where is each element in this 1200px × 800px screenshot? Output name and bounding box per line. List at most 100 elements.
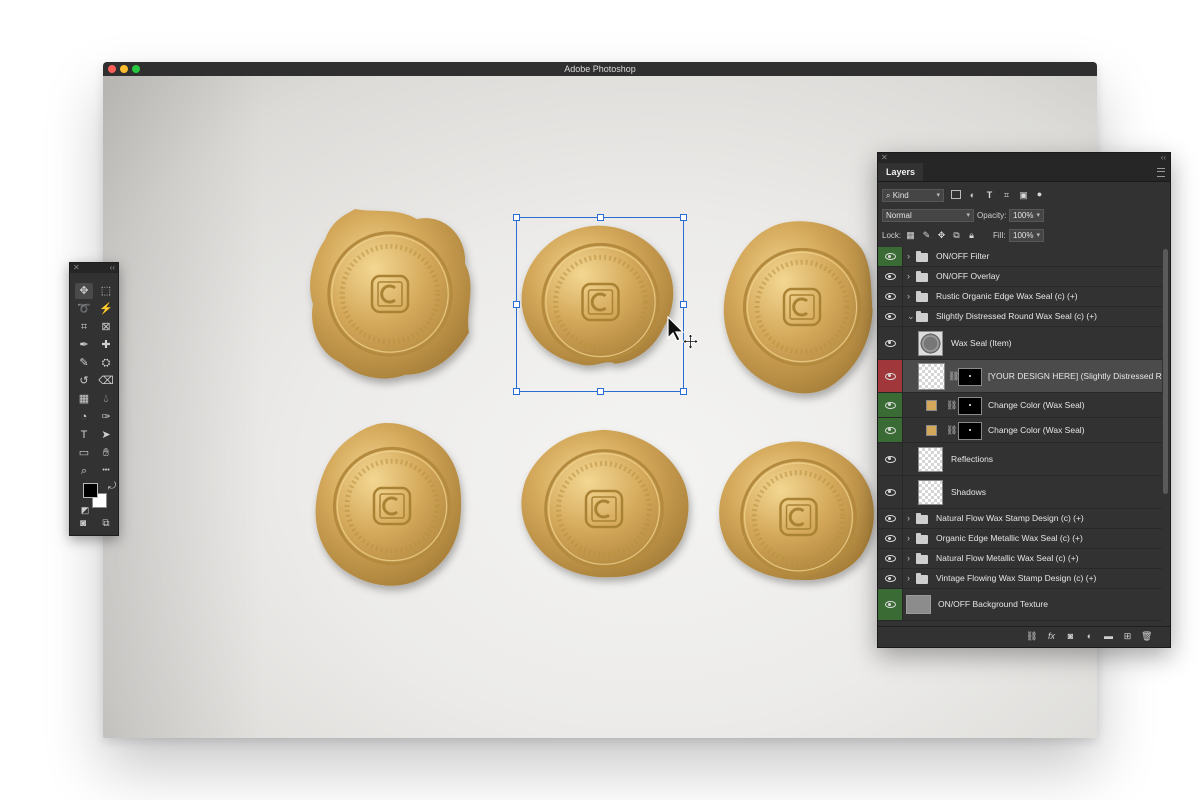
link-layers-icon[interactable]: ⛓	[1026, 631, 1037, 642]
lock-artboard-icon[interactable]: ⧉	[951, 230, 962, 241]
marquee-tool-icon[interactable]: ⬚	[97, 283, 115, 299]
shape-filter-icon[interactable]: ⌗	[1001, 190, 1012, 201]
layer-style-icon[interactable]: fx	[1046, 631, 1057, 642]
wax-seal[interactable]	[305, 205, 475, 383]
chevron-right-icon[interactable]: ›	[907, 251, 910, 261]
visibility-toggle[interactable]	[878, 418, 903, 442]
layer-mask-thumbnail[interactable]	[958, 367, 982, 386]
visibility-toggle[interactable]	[878, 393, 903, 417]
dodge-tool-icon[interactable]: ◔	[75, 409, 93, 425]
new-group-icon[interactable]: ▬	[1103, 631, 1114, 642]
lock-position-icon[interactable]: ✥	[936, 230, 947, 241]
wax-seal[interactable]	[312, 420, 472, 592]
layer-row[interactable]: Reflections	[878, 443, 1162, 476]
wax-seal[interactable]	[722, 218, 882, 396]
chevron-down-icon[interactable]: ⌄	[907, 311, 915, 322]
visibility-toggle[interactable]	[878, 549, 903, 568]
visibility-toggle[interactable]	[878, 307, 903, 326]
tab-layers[interactable]: Layers	[878, 163, 924, 181]
type-tool-icon[interactable]: T	[75, 427, 93, 443]
adjustment-filter-icon[interactable]: ◐	[967, 190, 978, 201]
transform-bounding-box[interactable]	[513, 214, 687, 395]
panel-menu-icon[interactable]	[1157, 168, 1165, 177]
wax-seal[interactable]	[716, 438, 881, 596]
maximize-window-button[interactable]	[132, 65, 140, 73]
pen-tool-icon[interactable]: ✑	[97, 409, 115, 425]
opacity-field[interactable]: 100% ▾	[1009, 209, 1044, 222]
type-filter-icon[interactable]: T	[984, 190, 995, 201]
visibility-toggle[interactable]	[878, 443, 903, 475]
layer-row[interactable]: › Natural Flow Wax Stamp Design (c) (+)	[878, 509, 1162, 529]
link-icon[interactable]: ⛓	[946, 400, 957, 411]
collapse-panel-icon[interactable]: ‹‹	[110, 263, 115, 272]
screen-mode-icon[interactable]: ⧉	[97, 516, 115, 532]
healing-brush-tool-icon[interactable]: ✚	[97, 337, 115, 353]
close-panel-icon[interactable]: ✕	[881, 153, 888, 162]
transform-handle-bottom[interactable]	[597, 388, 604, 395]
visibility-toggle[interactable]	[878, 247, 903, 266]
chevron-right-icon[interactable]: ›	[907, 271, 910, 281]
fill-field[interactable]: 100% ▾	[1009, 229, 1044, 242]
layer-mask-thumbnail[interactable]	[958, 421, 982, 440]
zoom-tool-icon[interactable]: ⌕	[75, 463, 93, 479]
chevron-right-icon[interactable]: ›	[907, 513, 910, 523]
visibility-toggle[interactable]	[878, 287, 903, 306]
tools-panel-header[interactable]: ✕ ‹‹	[70, 263, 118, 273]
hand-tool-icon[interactable]: ✋︎	[97, 445, 115, 461]
color-fill-swatch[interactable]	[926, 424, 937, 436]
chevron-right-icon[interactable]: ›	[907, 573, 910, 583]
layer-row[interactable]: ⛓ Change Color (Wax Seal)	[878, 418, 1162, 443]
visibility-toggle[interactable]	[878, 589, 903, 620]
rectangle-tool-icon[interactable]: ▭	[75, 445, 93, 461]
visibility-toggle[interactable]	[878, 267, 903, 286]
blend-mode-dropdown[interactable]: Normal ▾	[882, 209, 974, 222]
transform-handle-bottom-right[interactable]	[680, 388, 687, 395]
pixel-filter-icon[interactable]	[951, 190, 961, 199]
add-mask-icon[interactable]: ◙	[1065, 631, 1076, 642]
lasso-tool-icon[interactable]: ➰	[75, 301, 93, 317]
filter-toggle-icon[interactable]: ●	[1034, 189, 1045, 200]
visibility-toggle[interactable]	[878, 327, 903, 359]
layer-row[interactable]: ON/OFF Background Texture	[878, 589, 1162, 621]
layers-scrollbar[interactable]	[1163, 249, 1168, 494]
eyedropper-tool-icon[interactable]: ✒	[75, 337, 93, 353]
visibility-toggle[interactable]	[878, 509, 903, 528]
clone-stamp-tool-icon[interactable]: ⛭	[97, 355, 115, 371]
trash-icon[interactable]: 🗑︎	[1141, 631, 1152, 642]
minimize-window-button[interactable]	[120, 65, 128, 73]
chevron-right-icon[interactable]: ›	[907, 291, 910, 301]
visibility-toggle[interactable]	[878, 476, 903, 508]
lock-image-pixels-icon[interactable]: ✎	[921, 230, 932, 241]
transform-handle-top-left[interactable]	[513, 214, 520, 221]
color-fill-swatch[interactable]	[926, 399, 937, 411]
layer-row[interactable]: › ON/OFF Overlay	[878, 267, 1162, 287]
visibility-toggle[interactable]	[878, 569, 903, 588]
blur-tool-icon[interactable]: 💧︎	[97, 391, 115, 407]
chevron-right-icon[interactable]: ›	[907, 533, 910, 543]
move-tool-icon[interactable]: ✥	[75, 283, 93, 299]
layer-mask-thumbnail[interactable]	[958, 396, 982, 415]
layer-row[interactable]: › Rustic Organic Edge Wax Seal (c) (+)	[878, 287, 1162, 307]
new-layer-icon[interactable]: ⊞	[1122, 631, 1133, 642]
layer-row[interactable]: › Organic Edge Metallic Wax Seal (c) (+)	[878, 529, 1162, 549]
close-panel-icon[interactable]: ✕	[73, 263, 80, 272]
layer-row[interactable]: ⛓ Change Color (Wax Seal)	[878, 393, 1162, 418]
wax-seal[interactable]	[518, 428, 690, 590]
close-window-button[interactable]	[108, 65, 116, 73]
layer-row[interactable]: Wax Seal (Item)	[878, 327, 1162, 360]
transform-handle-bottom-left[interactable]	[513, 388, 520, 395]
frame-tool-icon[interactable]: ⊠	[97, 319, 115, 335]
link-icon[interactable]: ⛓	[946, 425, 957, 436]
layer-row[interactable]: ⛓ [YOUR DESIGN HERE] (Slightly Distressed…	[878, 360, 1162, 393]
crop-tool-icon[interactable]: ⌗	[75, 319, 93, 335]
lock-transparent-pixels-icon[interactable]: ▦	[905, 230, 916, 241]
swap-colors-icon[interactable]: ⤾	[103, 479, 121, 495]
layer-filter-kind-dropdown[interactable]: ⌕ Kind ▾	[882, 189, 944, 202]
lock-all-icon[interactable]: 🔒︎	[966, 230, 977, 241]
smart-object-filter-icon[interactable]: ▣	[1018, 190, 1029, 201]
collapse-panel-icon[interactable]: ‹‹	[1161, 153, 1166, 162]
magic-wand-tool-icon[interactable]: ⚡	[97, 301, 115, 317]
transform-handle-left[interactable]	[513, 301, 520, 308]
layer-row[interactable]: › ON/OFF Filter	[878, 247, 1162, 267]
history-brush-tool-icon[interactable]: ↺	[75, 373, 93, 389]
